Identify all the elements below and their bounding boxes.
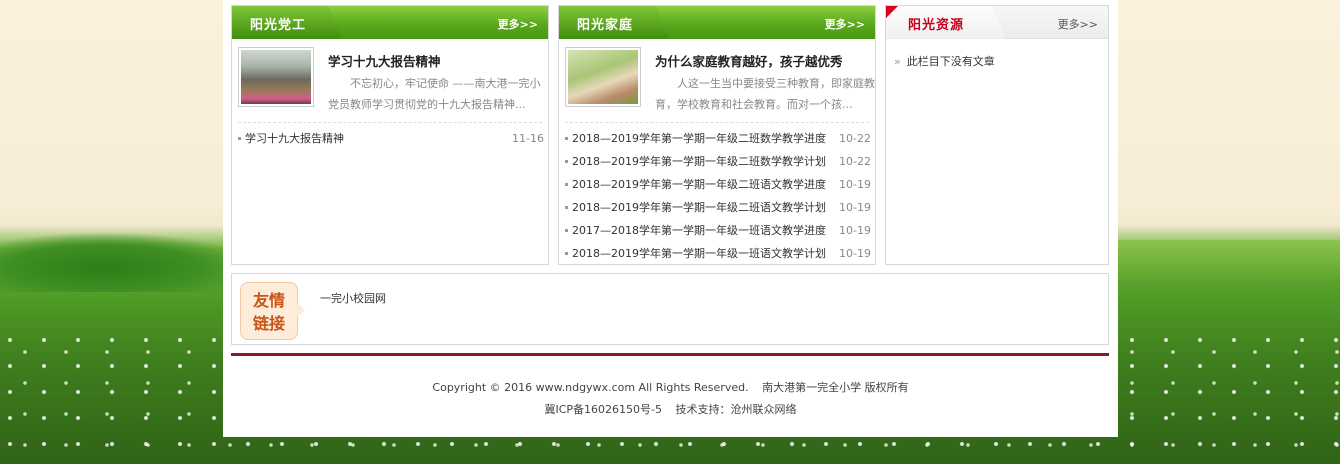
more-link[interactable]: 更多>> xyxy=(498,16,538,32)
support-text[interactable]: 技术支持：沧州联众网络 xyxy=(676,403,797,416)
panel-title: 阳光家庭 xyxy=(577,18,634,33)
list-item-title[interactable]: 学习十九大报告精神 xyxy=(245,132,344,145)
friendly-link-item[interactable]: 一完小校园网 xyxy=(320,290,386,306)
content-wrapper: 阳光党工 更多>> 学习十九大报告精神 不忘初心，牢记使命 ——南大港一完小党员… xyxy=(223,0,1118,437)
list-item-title[interactable]: 2018—2019学年第一学期一年级二班数学教学进度 xyxy=(572,132,826,145)
empty-message: » 此栏目下没有文章 xyxy=(894,53,1108,69)
featured-article[interactable]: 学习十九大报告精神 不忘初心，牢记使命 ——南大港一完小党员教师学习贯彻党的十九… xyxy=(238,47,542,123)
featured-title[interactable]: 为什么家庭教育越好，孩子越优秀 xyxy=(655,51,843,70)
list-item-date: 10-19 xyxy=(839,247,871,260)
panel-header: 阳光资源 更多>> xyxy=(886,6,1108,39)
footer-divider xyxy=(231,353,1109,356)
featured-summary: 人这一生当中要接受三种教育，即家庭教育，学校教育和社会教育。而对一个孩... xyxy=(655,77,875,111)
panel-title: 阳光资源 xyxy=(908,18,965,33)
family-photo xyxy=(568,50,638,104)
footer-line-1: Copyright © 2016 www.ndgywx.com All Righ… xyxy=(223,377,1118,399)
panel-resources: 阳光资源 更多>> » 此栏目下没有文章 xyxy=(885,5,1109,265)
panel-family: 阳光家庭 更多>> 为什么家庭教育越好，孩子越优秀 人这一生当中要接受三种教育，… xyxy=(558,5,876,265)
list-item-date: 10-22 xyxy=(839,132,871,145)
list-item-title[interactable]: 2018—2019学年第一学期一年级二班语文教学计划 xyxy=(572,201,826,214)
icp-text[interactable]: 冀ICP备16026150号-5 xyxy=(544,403,662,416)
list-item[interactable]: 2017—2018学年第一学期一年级一班语文教学进度 10-19 xyxy=(565,219,871,242)
friendly-links: 友情 链接 一完小校园网 xyxy=(231,273,1109,345)
empty-text: 此栏目下没有文章 xyxy=(906,55,995,68)
more-link[interactable]: 更多>> xyxy=(1058,16,1098,32)
list-item-title[interactable]: 2018—2019学年第一学期一年级二班语文教学进度 xyxy=(572,178,826,191)
list-item-date: 10-19 xyxy=(839,201,871,214)
article-list: 学习十九大报告精神 11-16 xyxy=(238,127,544,150)
list-item-date: 10-19 xyxy=(839,178,871,191)
list-item[interactable]: 2018—2019学年第一学期一年级二班数学教学计划 10-22 xyxy=(565,150,871,173)
list-item[interactable]: 2018—2019学年第一学期一年级二班语文教学进度 10-19 xyxy=(565,173,871,196)
panel-party-work: 阳光党工 更多>> 学习十九大报告精神 不忘初心，牢记使命 ——南大港一完小党员… xyxy=(231,5,549,265)
badge-line: 友情 xyxy=(252,291,285,310)
list-item[interactable]: 2018—2019学年第一学期一年级一班语文教学计划 10-19 xyxy=(565,242,871,265)
list-item[interactable]: 2018—2019学年第一学期一年级二班语文教学计划 10-19 xyxy=(565,196,871,219)
list-item-title[interactable]: 2018—2019学年第一学期一年级一班语文教学计划 xyxy=(572,247,826,260)
panel-header: 阳光家庭 更多>> xyxy=(559,6,875,39)
list-item-date: 10-22 xyxy=(839,155,871,168)
friendly-links-badge: 友情 链接 xyxy=(240,282,305,340)
featured-summary: 不忘初心，牢记使命 ——南大港一完小党员教师学习贯彻党的十九大报告精神... xyxy=(328,77,541,111)
footer-line-2: 冀ICP备16026150号-5 技术支持：沧州联众网络 xyxy=(223,399,1118,421)
list-item-title[interactable]: 2018—2019学年第一学期一年级二班数学教学计划 xyxy=(572,155,826,168)
badge-line: 链接 xyxy=(252,314,285,333)
classroom-photo xyxy=(241,50,311,104)
panel-header: 阳光党工 更多>> xyxy=(232,6,548,39)
list-item[interactable]: 学习十九大报告精神 11-16 xyxy=(238,127,544,150)
article-list: 2018—2019学年第一学期一年级二班数学教学进度 10-22 2018—201… xyxy=(565,127,871,265)
article-thumbnail[interactable] xyxy=(238,47,314,107)
double-arrow-icon: » xyxy=(894,55,901,68)
corner-flag-icon xyxy=(886,6,898,18)
more-link[interactable]: 更多>> xyxy=(825,16,865,32)
article-thumbnail[interactable] xyxy=(565,47,641,107)
page-footer: Copyright © 2016 www.ndgywx.com All Righ… xyxy=(223,377,1118,421)
list-item[interactable]: 2018—2019学年第一学期一年级二班数学教学进度 10-22 xyxy=(565,127,871,150)
owner-text: 南大港第一完全小学 版权所有 xyxy=(762,381,909,394)
panel-title: 阳光党工 xyxy=(250,18,307,33)
list-item-title[interactable]: 2017—2018学年第一学期一年级一班语文教学进度 xyxy=(572,224,826,237)
list-item-date: 10-19 xyxy=(839,224,871,237)
copyright-text: Copyright © 2016 www.ndgywx.com All Righ… xyxy=(432,381,749,394)
list-item-date: 11-16 xyxy=(512,132,544,145)
featured-article[interactable]: 为什么家庭教育越好，孩子越优秀 人这一生当中要接受三种教育，即家庭教育，学校教育… xyxy=(565,47,875,123)
bg-hill xyxy=(1100,240,1340,280)
featured-title[interactable]: 学习十九大报告精神 xyxy=(328,51,441,70)
bg-bush xyxy=(0,232,260,292)
